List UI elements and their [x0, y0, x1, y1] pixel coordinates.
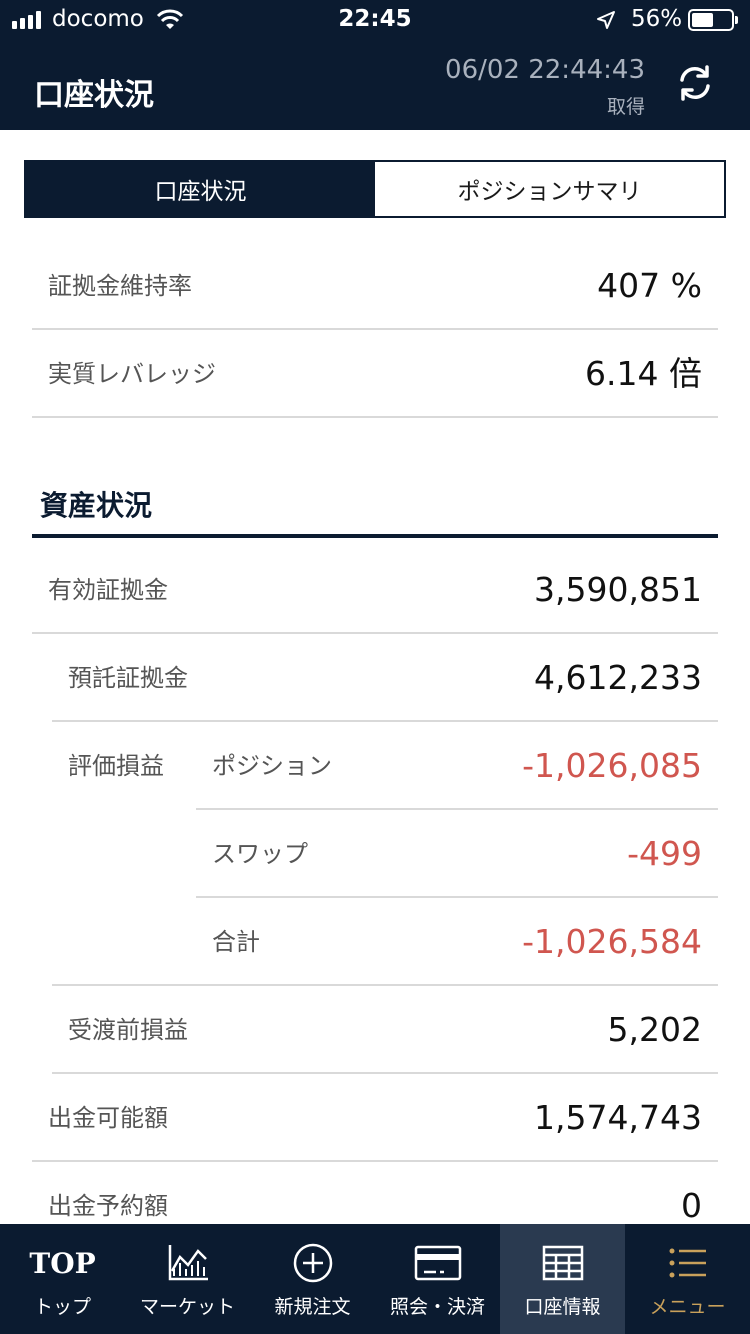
tab-new-order-label: 新規注文 [274, 1296, 351, 1318]
position-pl-value: -1,026,085 [522, 746, 702, 785]
tab-menu-label: メニュー [649, 1296, 726, 1318]
pre-settlement-pl-row: 受渡前損益 5,202 [52, 986, 718, 1074]
status-bar: docomo 22:45 56% [0, 0, 750, 40]
total-pl-value: -1,026,584 [522, 922, 702, 961]
table-grid-icon [542, 1245, 583, 1281]
bottom-tab-bar: TOP トップ マーケット 新規注文 照会・決済 口座情報 メニュー [0, 1224, 750, 1334]
deposit-margin-value: 4,612,233 [534, 658, 702, 697]
fetch-label: 取得 [606, 96, 645, 118]
swap-row: スワップ -499 [196, 810, 718, 898]
pre-settlement-pl-label: 受渡前損益 [68, 1016, 188, 1044]
pre-settlement-pl-value: 5,202 [607, 1010, 702, 1049]
position-pl-row: ポジション -1,026,085 [196, 722, 718, 810]
leverage-value: 6.14 倍 [585, 354, 702, 393]
withdrawable-row: 出金可能額 1,574,743 [32, 1074, 718, 1162]
location-arrow-icon [597, 11, 615, 29]
menu-list-icon [669, 1248, 706, 1278]
deposit-margin-row: 預託証拠金 4,612,233 [52, 634, 718, 722]
tab-market-label: マーケット [139, 1296, 235, 1318]
leverage-row: 実質レバレッジ 6.14 倍 [32, 330, 718, 418]
tab-market[interactable]: マーケット [125, 1224, 250, 1334]
tab-position-summary[interactable]: ポジションサマリ [375, 162, 724, 216]
tab-account-info[interactable]: 口座情報 [500, 1224, 625, 1334]
effective-margin-value: 3,590,851 [534, 570, 702, 609]
total-pl-row: 合計 -1,026,584 [196, 898, 718, 986]
top-icon: TOP [29, 1246, 96, 1280]
top-bar: docomo 22:45 56% 口座状況 06/02 22:44:43 取得 [0, 0, 750, 130]
card-icon [414, 1245, 461, 1281]
refresh-icon[interactable] [674, 62, 716, 104]
swap-value: -499 [627, 834, 702, 873]
effective-margin-row: 有効証拠金 3,590,851 [32, 546, 718, 634]
tab-menu[interactable]: メニュー [625, 1224, 750, 1334]
total-pl-label: 合計 [212, 928, 260, 956]
withdrawable-label: 出金可能額 [48, 1104, 168, 1132]
assets-section-header: 資産状況 [32, 470, 718, 538]
tab-inquiry-settlement[interactable]: 照会・決済 [375, 1224, 500, 1334]
section-title: 資産状況 [40, 489, 153, 522]
chart-icon [168, 1245, 208, 1281]
margin-rate-label: 証拠金維持率 [48, 272, 192, 300]
tab-inquiry-settlement-label: 照会・決済 [389, 1296, 485, 1318]
leverage-label: 実質レバレッジ [48, 360, 216, 388]
deposit-margin-label: 預託証拠金 [68, 664, 188, 692]
plus-circle-icon [293, 1243, 332, 1283]
view-segmented-control: 口座状況 ポジションサマリ [24, 160, 726, 218]
evaluation-pl-label: 評価損益 [68, 752, 164, 780]
margin-rate-value: 407 % [597, 266, 702, 305]
fetch-timestamp: 06/02 22:44:43 [445, 55, 645, 85]
tab-account-status[interactable]: 口座状況 [26, 162, 375, 216]
battery-percent: 56% [631, 6, 683, 32]
tab-top-label: トップ [33, 1296, 91, 1318]
swap-label: スワップ [212, 840, 308, 868]
tab-top[interactable]: TOP トップ [0, 1224, 125, 1334]
battery-icon [688, 9, 738, 31]
tab-account-info-label: 口座情報 [524, 1296, 601, 1318]
margin-rate-row: 証拠金維持率 407 % [32, 242, 718, 330]
tab-new-order[interactable]: 新規注文 [250, 1224, 375, 1334]
position-pl-label: ポジション [212, 752, 332, 780]
page-title: 口座状況 [34, 78, 154, 113]
withdrawable-value: 1,574,743 [534, 1098, 702, 1137]
effective-margin-label: 有効証拠金 [48, 576, 168, 604]
